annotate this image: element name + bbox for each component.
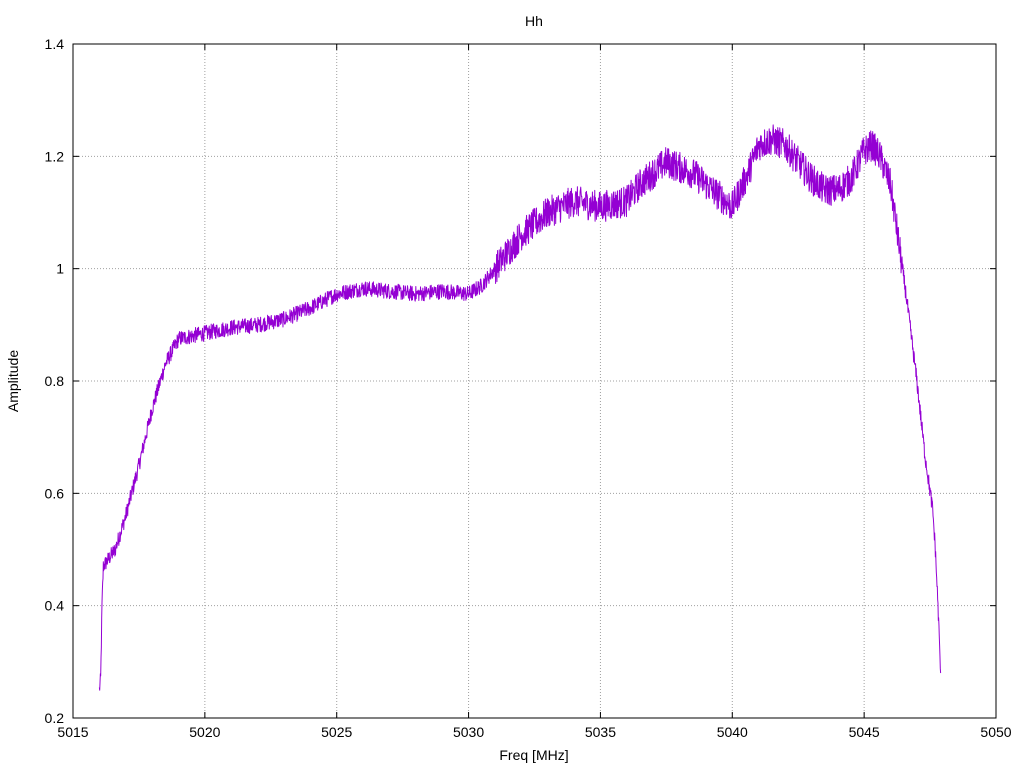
x-tick-label: 5020: [189, 724, 220, 740]
y-tick-label: 0.6: [45, 485, 65, 501]
y-tick-label: 1.2: [45, 148, 65, 164]
x-tick-label: 5050: [980, 724, 1011, 740]
x-tick-label: 5025: [321, 724, 352, 740]
x-tick-label: 5045: [849, 724, 880, 740]
x-tick-label: 5030: [453, 724, 484, 740]
x-tick-label: 5015: [57, 724, 88, 740]
x-axis-title: Freq [MHz]: [499, 747, 568, 763]
y-tick-labels: 0.2 0.4 0.6 0.8 1 1.2 1.4: [45, 36, 65, 726]
y-tick-label: 0.8: [45, 373, 65, 389]
x-tick-labels: 5015 5020 5025 5030 5035 5040 5045 5050: [57, 724, 1011, 740]
grid-lines: [73, 44, 996, 718]
y-tick-label: 1: [56, 261, 64, 277]
y-axis-title: Amplitude: [5, 350, 21, 412]
y-tick-label: 0.2: [45, 710, 65, 726]
chart-title: Hh: [525, 13, 543, 29]
y-tick-label: 0.4: [45, 598, 65, 614]
x-tick-label: 5035: [585, 724, 616, 740]
x-tick-label: 5040: [717, 724, 748, 740]
line-chart: 5015 5020 5025 5030 5035 5040 5045 5050 0.20.40…: [5, 13, 1012, 763]
y-tick-label: 1.4: [45, 36, 65, 52]
